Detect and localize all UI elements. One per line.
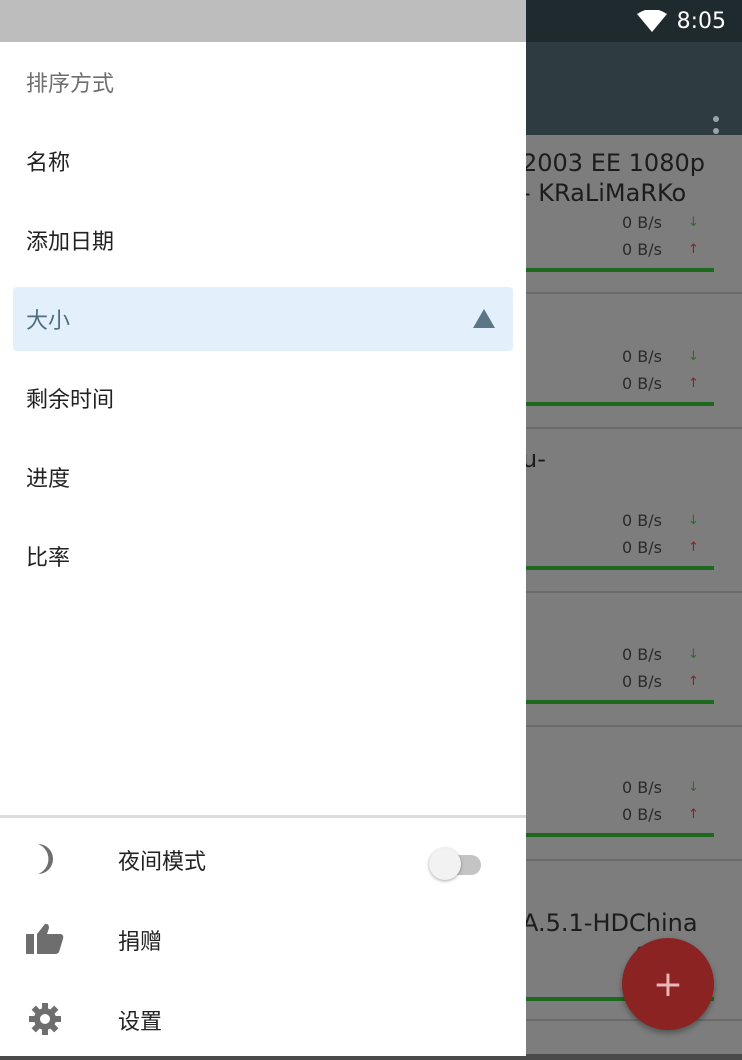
download-speed: 0 B/s	[622, 511, 662, 530]
settings-item[interactable]: 设置	[0, 978, 526, 1058]
sort-item-label: 大小	[26, 309, 71, 334]
progress-bar	[522, 700, 714, 704]
sort-item-date-added[interactable]: 添加日期	[13, 208, 513, 272]
row-title: A.5.1-HDChina	[522, 909, 698, 937]
progress-bar	[522, 268, 714, 272]
sort-item-label: 比率	[26, 546, 71, 571]
moon-icon	[38, 844, 53, 874]
toggle-knob	[429, 848, 461, 880]
upload-arrow-icon: ↑	[688, 540, 699, 555]
progress-bar	[522, 402, 714, 406]
download-arrow-icon: ↓	[688, 780, 699, 795]
download-arrow-icon: ↓	[688, 349, 699, 364]
night-mode-label: 夜间模式	[118, 850, 207, 875]
sort-item-label: 进度	[26, 467, 71, 492]
download-arrow-icon: ↓	[688, 513, 699, 528]
ascending-triangle-icon	[473, 309, 495, 328]
sort-header: 排序方式	[26, 72, 115, 97]
night-mode-toggle[interactable]	[429, 845, 483, 880]
upload-arrow-icon: ↑	[688, 807, 699, 822]
download-speed: 0 B/s	[622, 213, 662, 232]
add-torrent-fab[interactable]: +	[622, 938, 714, 1030]
download-speed: 0 B/s	[622, 645, 662, 664]
sort-item-label: 名称	[26, 151, 71, 176]
row-title: - KRaLiMaRKo	[522, 179, 687, 207]
download-arrow-icon: ↓	[688, 647, 699, 662]
progress-bar	[522, 566, 714, 570]
row-title: 2003 EE 1080p	[522, 149, 705, 177]
upload-speed: 0 B/s	[622, 374, 662, 393]
upload-speed: 0 B/s	[622, 240, 662, 259]
wifi-icon	[636, 10, 667, 32]
upload-speed: 0 B/s	[622, 538, 662, 557]
donate-label: 捐赠	[118, 930, 163, 955]
download-arrow-icon: ↓	[688, 215, 699, 230]
upload-speed: 0 B/s	[622, 672, 662, 691]
status-time: 8:05	[676, 8, 726, 34]
sort-drawer: 排序方式 名称 添加日期 大小 剩余时间 进度 比率 夜间模式 捐赠 设置	[0, 0, 526, 1056]
sort-item-name[interactable]: 名称	[13, 129, 513, 193]
sort-item-ratio[interactable]: 比率	[13, 524, 513, 588]
upload-arrow-icon: ↑	[688, 242, 699, 257]
donate-item[interactable]: 捐赠	[0, 898, 526, 978]
gear-icon	[29, 1003, 61, 1035]
sort-item-size[interactable]: 大小	[13, 287, 513, 351]
upload-arrow-icon: ↑	[688, 674, 699, 689]
settings-label: 设置	[118, 1010, 163, 1035]
sort-item-time-remaining[interactable]: 剩余时间	[13, 366, 513, 430]
sort-item-progress[interactable]: 进度	[13, 445, 513, 509]
status-icons: 8:05	[636, 0, 726, 42]
upload-speed: 0 B/s	[622, 805, 662, 824]
drawer-status-bar	[0, 0, 526, 42]
download-speed: 0 B/s	[622, 347, 662, 366]
download-speed: 0 B/s	[622, 778, 662, 797]
progress-bar	[522, 833, 714, 837]
sort-item-label: 添加日期	[26, 230, 115, 255]
upload-arrow-icon: ↑	[688, 376, 699, 391]
sort-item-label: 剩余时间	[26, 388, 115, 413]
thumbs-up-icon	[26, 923, 64, 954]
night-mode-item[interactable]: 夜间模式	[0, 818, 526, 898]
